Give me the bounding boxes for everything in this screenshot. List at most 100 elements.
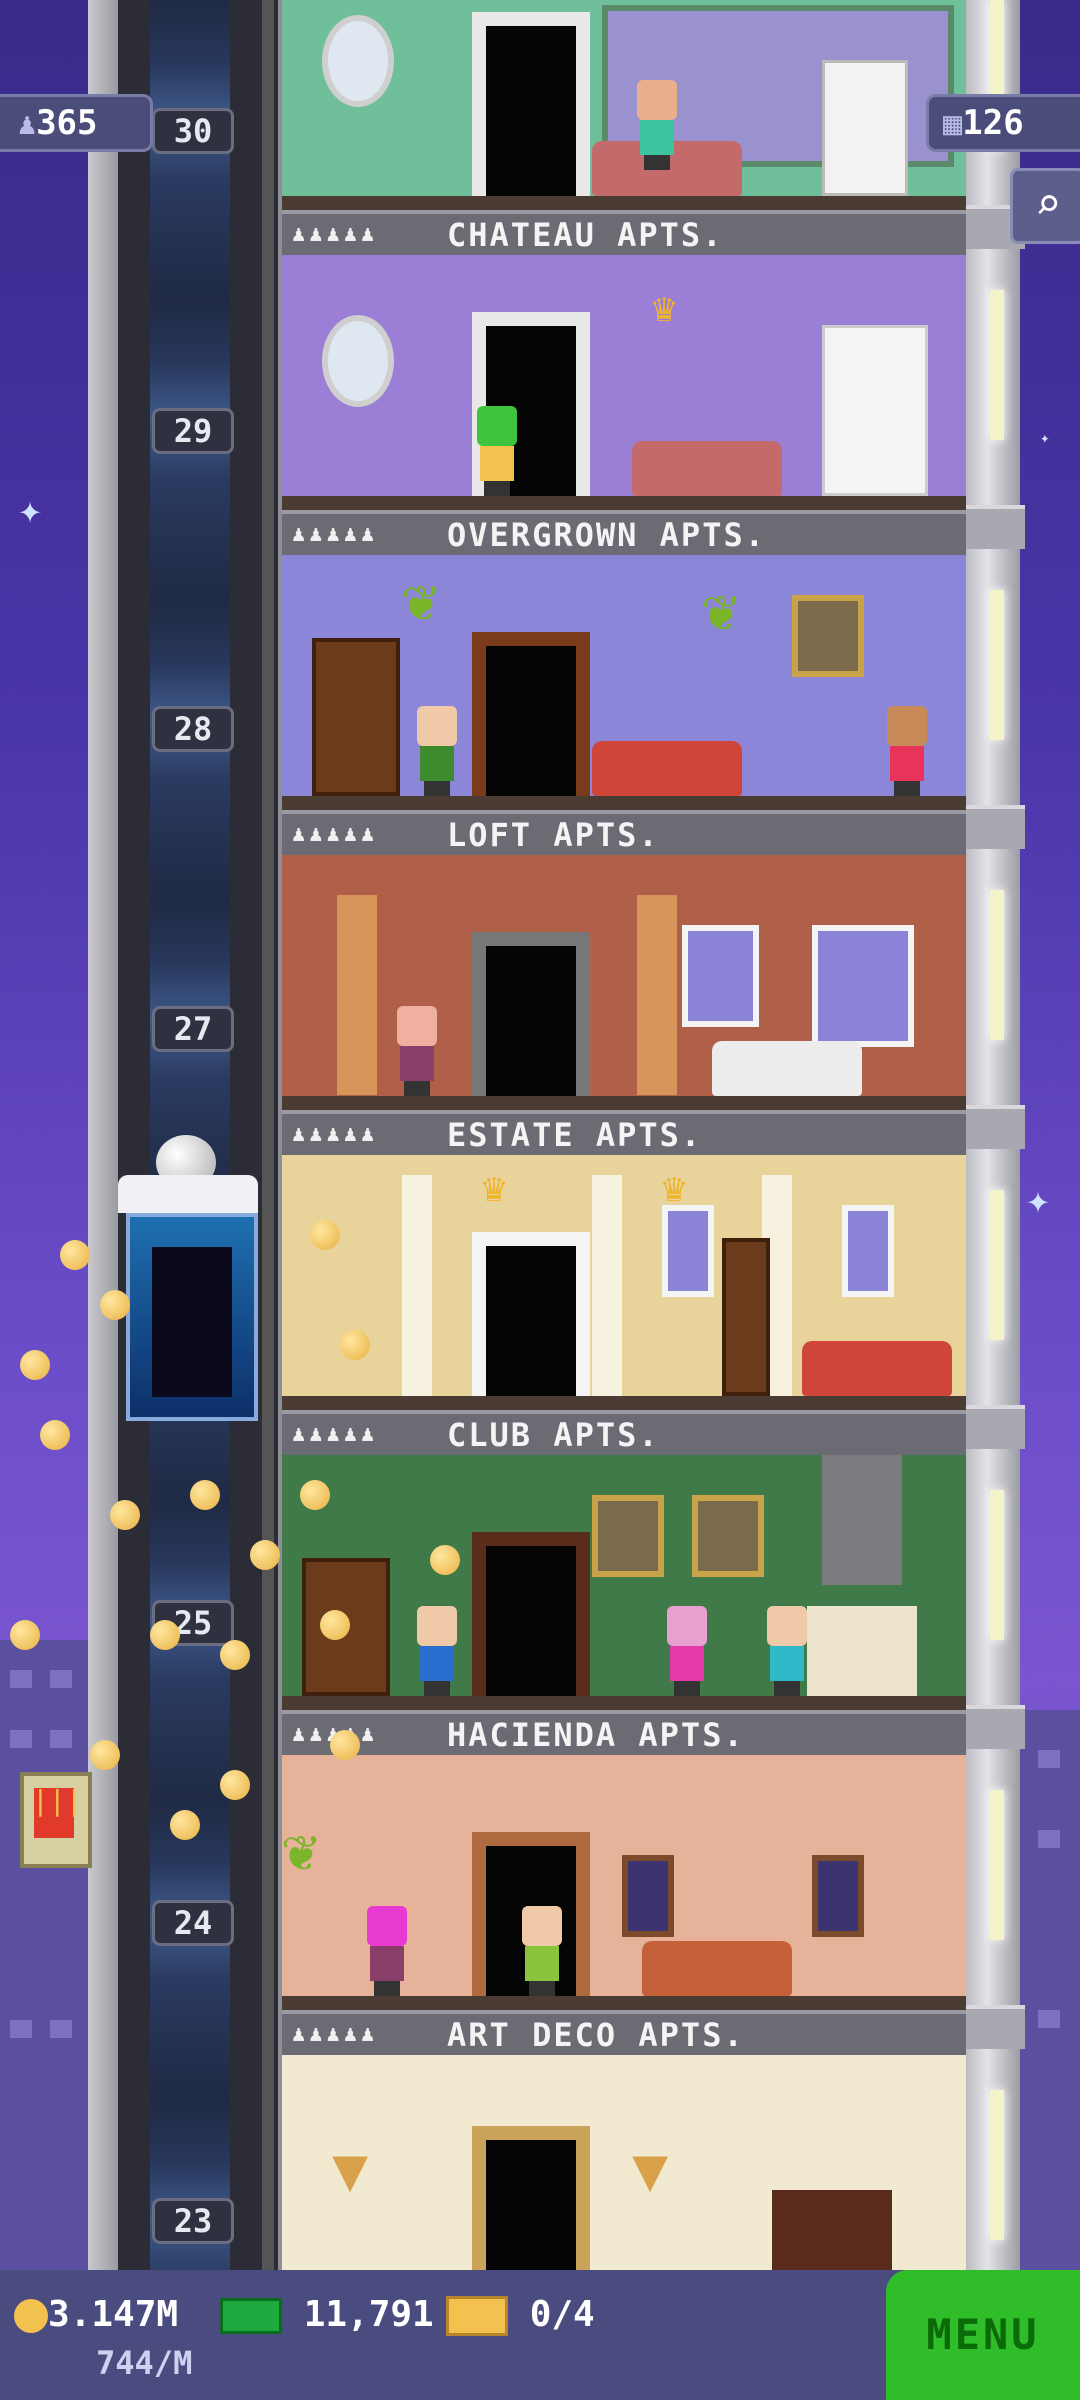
floor-28-room[interactable]: ❦ ❦	[282, 555, 966, 810]
room-floor	[282, 196, 966, 210]
coins-rate: 744/M	[96, 2344, 193, 2382]
apartment-door	[472, 1532, 590, 1696]
column	[592, 1175, 622, 1400]
floor-27[interactable]: ♟♟♟♟♟ ESTATE APTS.	[282, 855, 966, 1163]
rating-stars-icon: ♟♟♟♟♟	[292, 2022, 379, 2047]
coin-burst-icon	[110, 1500, 140, 1530]
floor-name: ART DECO APTS.	[447, 2016, 745, 2054]
tower-light	[990, 590, 1004, 740]
apartment-door	[472, 932, 590, 1096]
floor-name: OVERGROWN APTS.	[447, 516, 766, 554]
window	[812, 1855, 864, 1937]
tower-light	[990, 1490, 1004, 1640]
sofa	[642, 1941, 792, 1996]
coin-burst-icon	[100, 1290, 130, 1320]
bookshelf	[312, 638, 400, 796]
floor-29-room[interactable]: ♛	[282, 255, 966, 510]
floor-30[interactable]: ♟♟♟♟♟ CHATEAU APTS.	[282, 0, 966, 263]
floors-counter[interactable]: ▦126	[926, 94, 1080, 152]
coin-burst-icon	[220, 1770, 250, 1800]
mirror	[322, 315, 394, 407]
search-button[interactable]: ⌕	[1010, 168, 1080, 244]
sky-star-icon: ✦	[18, 487, 43, 533]
tower-light	[990, 2090, 1004, 2240]
coins-value: 3.147M	[48, 2294, 179, 2335]
resident	[762, 1606, 812, 1696]
window	[812, 925, 914, 1047]
population-counter[interactable]: ♟365	[0, 94, 153, 152]
sky-star-icon: ✦	[1040, 428, 1050, 447]
deco-lamp-icon: ▼	[332, 2135, 369, 2205]
tickets-stat[interactable]: 0/4	[446, 2294, 595, 2336]
rating-stars-icon: ♟♟♟♟♟	[292, 522, 379, 547]
chimney	[822, 1455, 902, 1585]
magnifier-icon: ⌕	[1034, 179, 1062, 230]
fireplace	[807, 1606, 917, 1696]
rating-stars-icon: ♟♟♟♟♟	[292, 822, 379, 847]
tower-left-wall	[88, 0, 118, 2270]
resident	[362, 1906, 412, 1996]
potted-plant-icon: ❦	[282, 1815, 319, 1885]
resident	[472, 406, 522, 496]
coin-burst-icon	[170, 1810, 200, 1840]
coin-burst-icon	[10, 1620, 40, 1650]
elevator-cab-roof	[118, 1175, 258, 1213]
elevator-cab[interactable]	[118, 1135, 258, 1421]
vines-icon: ❦	[702, 575, 739, 645]
floor-30-room[interactable]	[282, 0, 966, 210]
rating-stars-icon: ♟♟♟♟♟	[292, 1422, 379, 1447]
tower-bracket	[965, 1105, 1025, 1149]
resident	[412, 706, 462, 796]
floor-28[interactable]: ❦ ❦ ♟♟♟♟♟ LOFT APTS.	[282, 555, 966, 863]
portrait-painting	[592, 1495, 664, 1577]
floor-26[interactable]: ♛ ♛ ♟♟♟♟♟ CLUB APTS.	[282, 1155, 966, 1463]
coin-burst-icon	[310, 1220, 340, 1250]
coins-stat[interactable]: 3.147M	[14, 2294, 178, 2335]
painting	[792, 595, 864, 677]
window	[662, 1205, 714, 1297]
room-floor	[282, 1996, 966, 2010]
floor-name: HACIENDA APTS.	[447, 1716, 745, 1754]
tower-bracket	[965, 505, 1025, 549]
resident	[662, 1606, 712, 1696]
bux-stat[interactable]: 11,791	[220, 2294, 434, 2335]
fries-sticks: |||	[32, 1784, 83, 1817]
fries-mission-icon[interactable]: |||	[20, 1772, 92, 1868]
floor-25-room[interactable]	[282, 1455, 966, 1710]
floor-24-room[interactable]: ❦	[282, 1755, 966, 2010]
floor-25[interactable]: ♟♟♟♟♟ HACIENDA APTS.	[282, 1455, 966, 1763]
tower-bracket	[965, 805, 1025, 849]
menu-button[interactable]: MENU	[886, 2270, 1080, 2400]
floor-23-room[interactable]: ▼ ▼	[282, 2055, 966, 2270]
elevator-floor-number: 24	[152, 1900, 234, 1946]
elevator-floor-number: 30	[152, 108, 234, 154]
window	[842, 1205, 894, 1297]
floor-name: ESTATE APTS.	[447, 1116, 703, 1154]
coin-burst-icon	[190, 1480, 220, 1510]
chandelier-icon: ♛	[652, 285, 677, 331]
coin-burst-icon	[250, 1540, 280, 1570]
rating-stars-icon: ♟♟♟♟♟	[292, 222, 379, 247]
mirror	[322, 15, 394, 107]
elevator-cab-door	[152, 1247, 232, 1397]
elevator-cab-body	[126, 1213, 258, 1421]
city-building	[0, 1640, 88, 2270]
elevator-floor-number: 29	[152, 408, 234, 454]
apartment-door	[472, 12, 590, 196]
chandelier-icon: ♛	[482, 1165, 507, 1211]
sofa	[712, 1041, 862, 1096]
floor-24[interactable]: ❦ ♟♟♟♟♟ ART DECO APTS.	[282, 1755, 966, 2063]
resident	[882, 706, 932, 796]
resident	[392, 1006, 442, 1096]
tower-light	[990, 890, 1004, 1040]
floor-26-room[interactable]: ♛ ♛	[282, 1155, 966, 1410]
support-pillar	[337, 895, 377, 1095]
elevator-floor-number: 28	[152, 706, 234, 752]
tower-bracket	[965, 1405, 1025, 1449]
floor-name: CLUB APTS.	[447, 1416, 660, 1454]
city-building	[1020, 1710, 1080, 2270]
room-floor	[282, 1396, 966, 1410]
floor-29[interactable]: ♛ ♟♟♟♟♟ OVERGROWN APTS.	[282, 255, 966, 563]
floor-27-room[interactable]	[282, 855, 966, 1110]
floors-value: 126	[962, 103, 1024, 143]
